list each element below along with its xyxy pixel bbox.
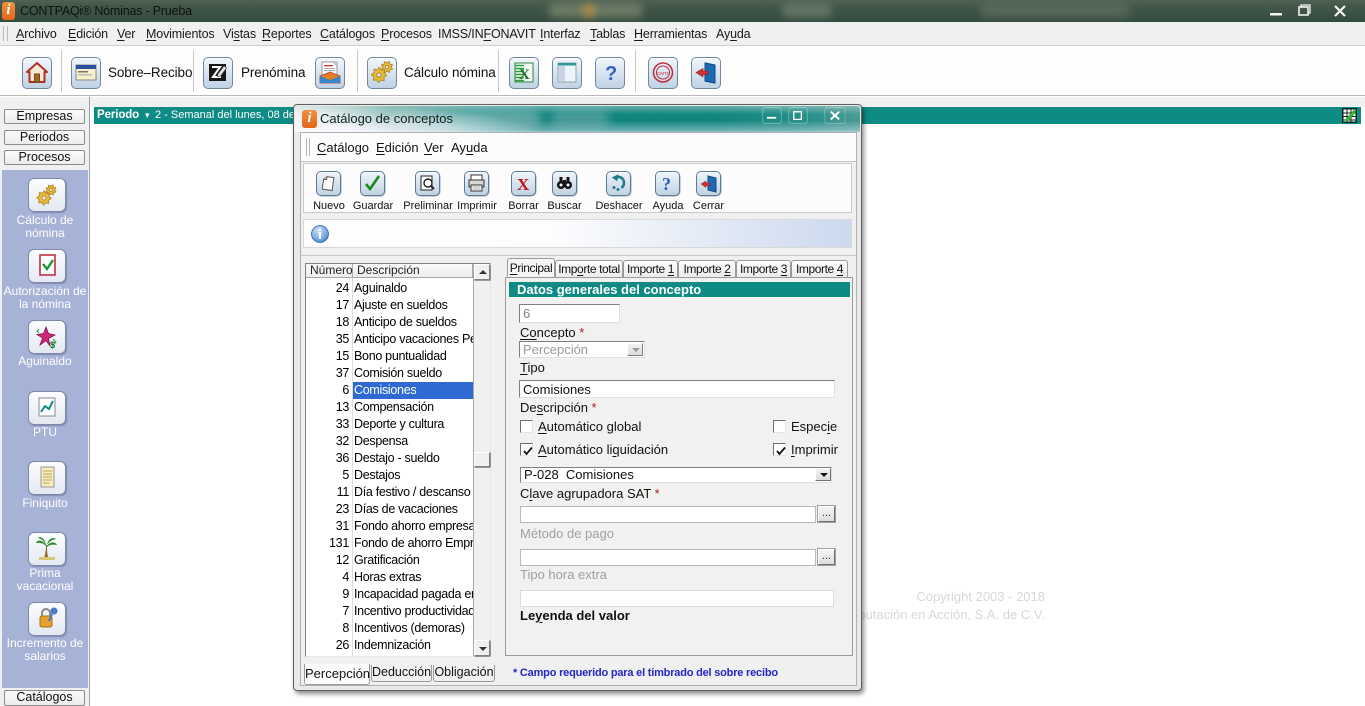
svg-text:$: $ xyxy=(50,340,55,350)
svg-text:X: X xyxy=(519,67,530,83)
svg-text:?: ? xyxy=(662,174,671,194)
svg-text:CMTO: CMTO xyxy=(657,71,671,76)
svg-text:X: X xyxy=(517,175,530,194)
svg-text:?: ? xyxy=(605,63,617,85)
